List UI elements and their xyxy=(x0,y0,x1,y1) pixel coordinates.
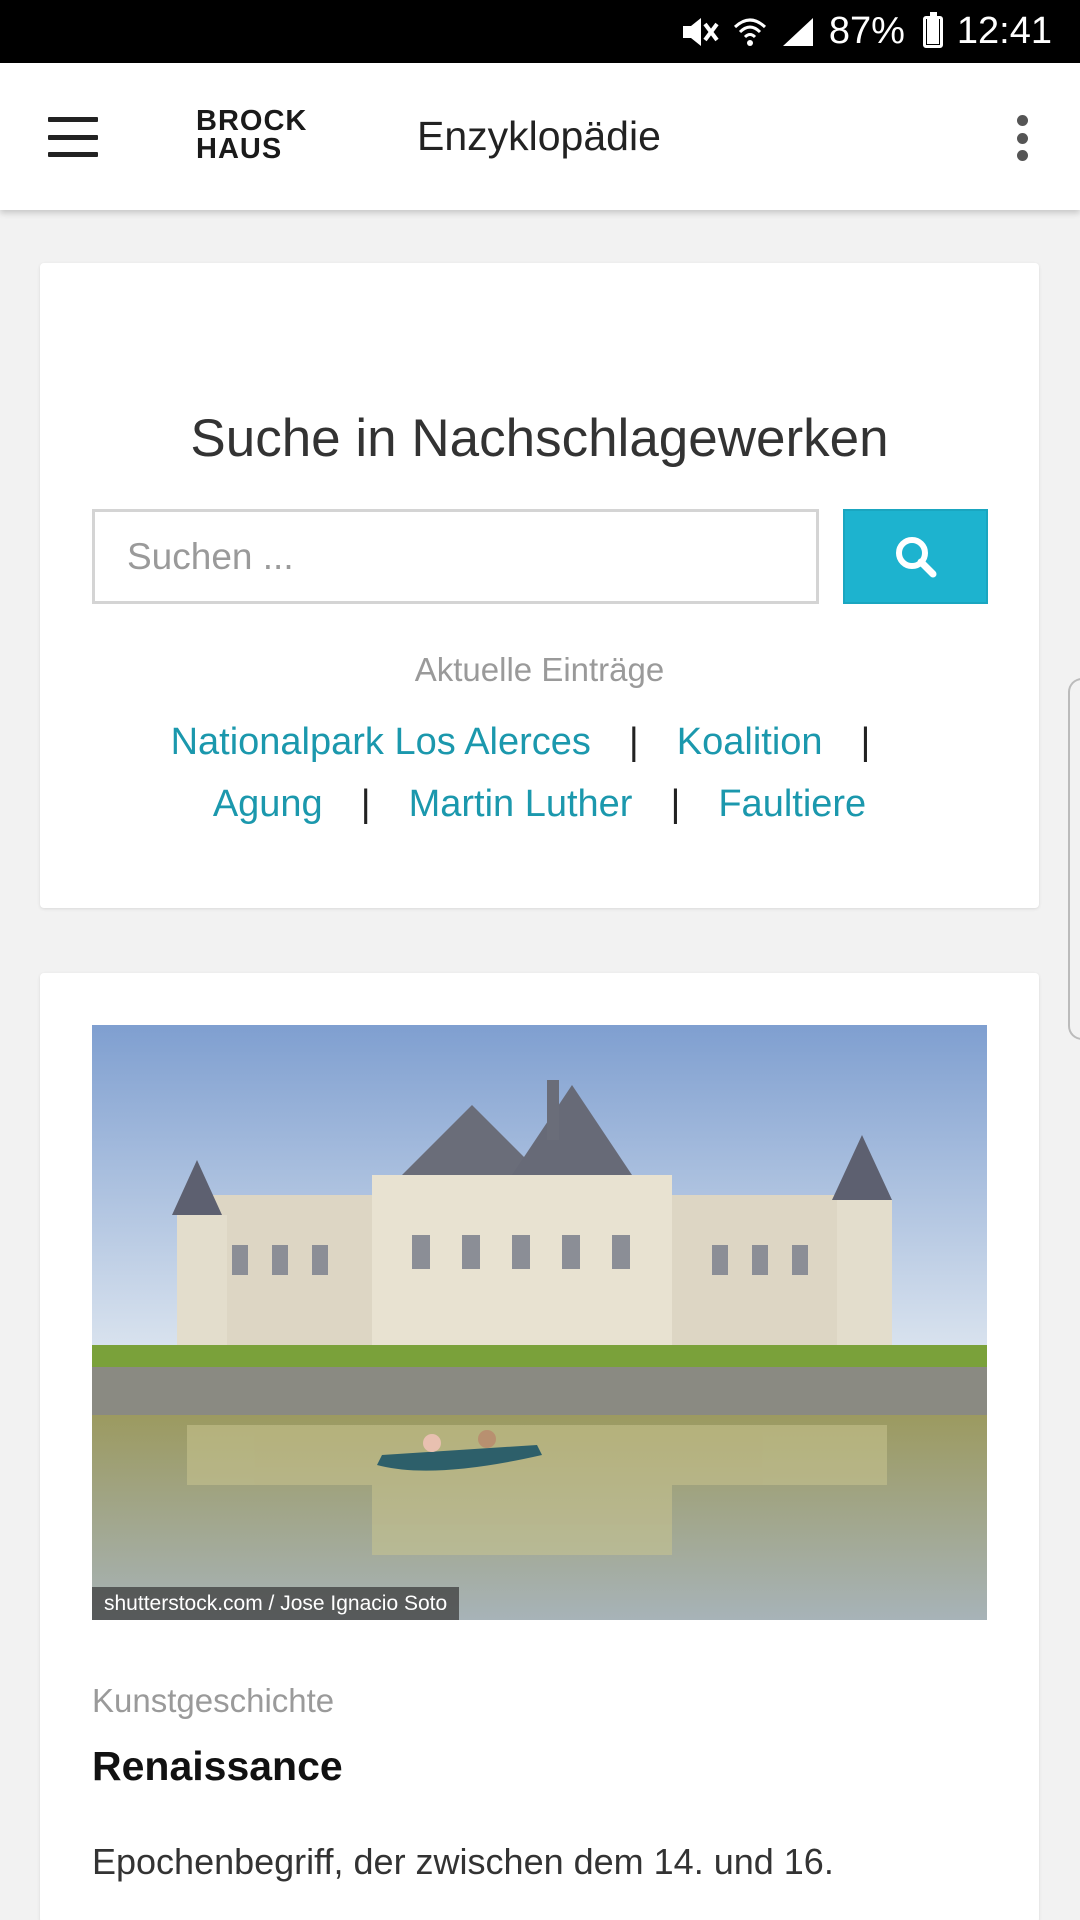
article-category: Kunstgeschichte xyxy=(92,1682,335,1719)
menu-icon[interactable] xyxy=(48,117,98,157)
app-title: Enzyklopädie xyxy=(417,113,661,159)
recent-entry-link[interactable]: Martin Luther xyxy=(409,783,633,825)
article-image[interactable]: shutterstock.com / Jose Ignacio Soto xyxy=(92,1025,987,1620)
battery-percent: 87% xyxy=(828,10,905,52)
search-icon xyxy=(895,536,936,577)
recent-entry-link[interactable]: Agung xyxy=(213,783,323,825)
signal-icon xyxy=(781,16,815,48)
recent-entries: Nationalpark Los Alerces | Koalition | Agung… xyxy=(80,711,999,835)
logo-line-2: HAUS xyxy=(196,133,283,165)
search-button[interactable] xyxy=(843,509,988,604)
logo-line-1: BROCK xyxy=(196,105,308,137)
search-title: Suche in Nachschlagewerken xyxy=(190,409,889,468)
brockhaus-logo[interactable]: BROCK HAUS xyxy=(196,105,308,165)
separator: | xyxy=(860,721,871,763)
mute-icon xyxy=(679,14,719,50)
wifi-icon xyxy=(733,15,767,49)
recent-entry-link[interactable]: Koalition xyxy=(677,721,823,763)
battery-icon xyxy=(922,11,943,48)
edge-panel-handle[interactable] xyxy=(1068,678,1080,1040)
recent-entry-link[interactable]: Faultiere xyxy=(718,783,866,825)
recent-entry-link[interactable]: Nationalpark Los Alerces xyxy=(171,721,591,763)
image-credit: shutterstock.com / Jose Ignacio Soto xyxy=(92,1587,460,1620)
separator: | xyxy=(360,783,371,825)
clock: 12:41 xyxy=(956,10,1052,52)
search-card: Suche in Nachschlagewerken Aktuelle Eint… xyxy=(40,263,1039,908)
app-bar: BROCK HAUS Enzyklopädie xyxy=(0,63,1080,210)
article-card[interactable]: shutterstock.com / Jose Ignacio Soto Kun… xyxy=(40,973,1039,1920)
article-title[interactable]: Renaissance xyxy=(92,1743,343,1790)
overflow-icon[interactable] xyxy=(1010,115,1034,161)
status-bar: 87% 12:41 xyxy=(0,0,1080,63)
article-excerpt: Epochenbegriff, der zwischen dem 14. und… xyxy=(92,1841,834,1882)
recent-entries-label: Aktuelle Einträge xyxy=(414,651,665,688)
separator: | xyxy=(628,721,639,763)
separator: | xyxy=(670,783,681,825)
search-input[interactable] xyxy=(92,509,819,604)
